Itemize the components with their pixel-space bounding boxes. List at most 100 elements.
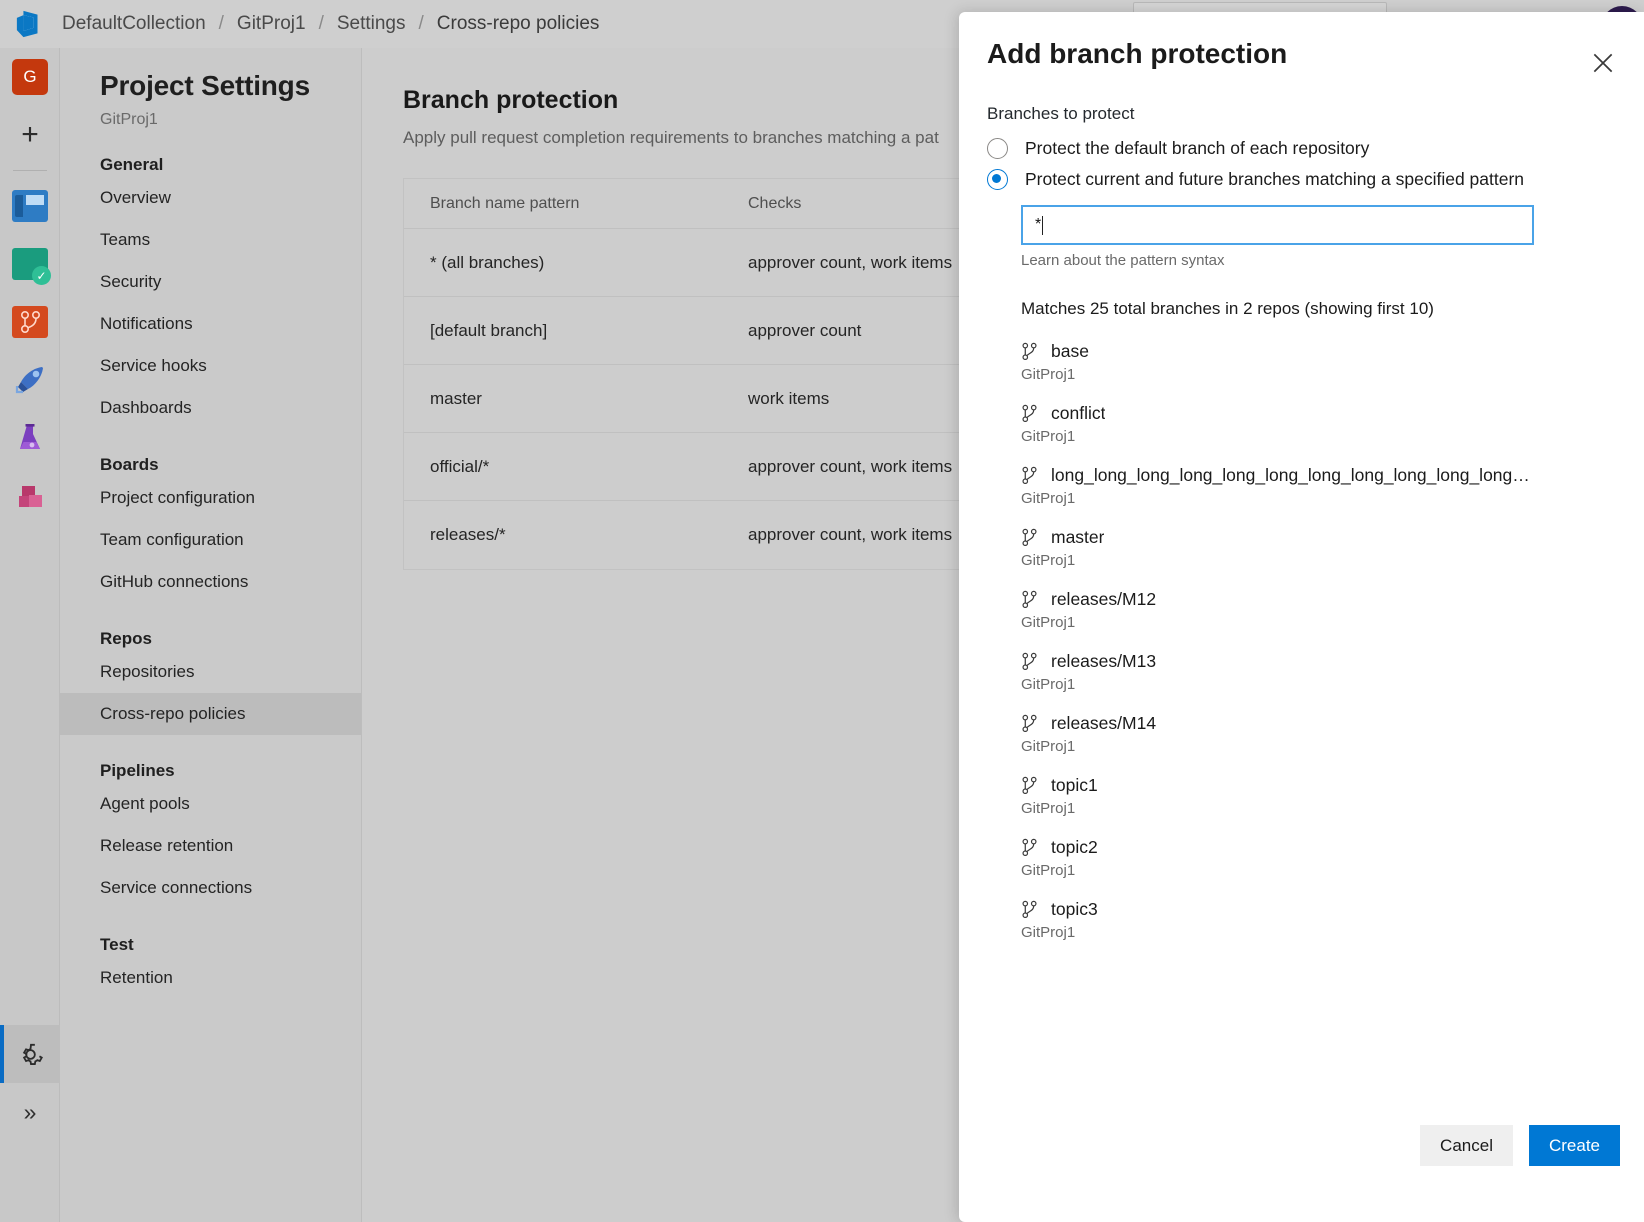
- sidebar-item-artifacts[interactable]: [0, 467, 60, 525]
- git-branch-icon: [1021, 776, 1038, 795]
- radio-icon-selected: [987, 169, 1008, 190]
- branch-name-row: conflict: [1021, 403, 1534, 424]
- cancel-button[interactable]: Cancel: [1420, 1125, 1513, 1166]
- sidebar-item-overview[interactable]: [0, 177, 60, 235]
- list-item[interactable]: releases/M14 GitProj1: [1021, 713, 1620, 755]
- list-item[interactable]: topic3 GitProj1: [1021, 899, 1620, 941]
- branch-name-row: topic3: [1021, 899, 1534, 920]
- radio-option-pattern[interactable]: Protect current and future branches matc…: [987, 169, 1620, 190]
- radio-label-default-branch: Protect the default branch of each repos…: [1025, 138, 1369, 159]
- branch-pattern-input[interactable]: *: [1021, 205, 1534, 245]
- branch-repo: GitProj1: [1021, 924, 1620, 941]
- sidebar-item-teams[interactable]: Teams: [60, 219, 361, 261]
- close-icon: [1590, 50, 1616, 76]
- add-branch-protection-dialog: Add branch protection Branches to protec…: [959, 12, 1644, 1222]
- sidebar-item-github-connections[interactable]: GitHub connections: [60, 561, 361, 603]
- sidebar-item-boards[interactable]: ✓: [0, 235, 60, 293]
- git-branch-icon: [1021, 466, 1038, 485]
- check-badge-icon: ✓: [32, 266, 51, 285]
- sidebar-item-pipelines[interactable]: [0, 351, 60, 409]
- pattern-syntax-link[interactable]: Learn about the pattern syntax: [1021, 252, 1620, 269]
- branch-repo: GitProj1: [1021, 862, 1620, 879]
- sidebar-item-project-settings[interactable]: [0, 1025, 60, 1083]
- sidebar-item-team-configuration[interactable]: Team configuration: [60, 519, 361, 561]
- list-item[interactable]: releases/M13 GitProj1: [1021, 651, 1620, 693]
- branch-name-row: releases/M14: [1021, 713, 1534, 734]
- sidebar-item-service-connections[interactable]: Service connections: [60, 867, 361, 909]
- org-avatar[interactable]: G: [0, 48, 60, 106]
- matches-summary: Matches 25 total branches in 2 repos (sh…: [1021, 299, 1620, 319]
- sidebar-item-project-configuration[interactable]: Project configuration: [60, 477, 361, 519]
- rocket-icon: [12, 364, 48, 396]
- sidebar-item-agent-pools[interactable]: Agent pools: [60, 783, 361, 825]
- branch-name: master: [1051, 527, 1104, 548]
- branch-repo: GitProj1: [1021, 676, 1620, 693]
- nav-group-pipelines: Pipelines: [60, 735, 361, 783]
- breadcrumb-separator: /: [208, 13, 235, 35]
- branch-name-row: releases/M13: [1021, 651, 1534, 672]
- boards-icon: ✓: [12, 248, 48, 280]
- sidebar-item-repos[interactable]: [0, 293, 60, 351]
- sidebar-item-retention[interactable]: Retention: [60, 957, 361, 999]
- close-button[interactable]: [1586, 46, 1620, 80]
- dialog-title: Add branch protection: [987, 38, 1287, 70]
- azure-devops-logo[interactable]: [0, 0, 60, 48]
- radio-option-default-branch[interactable]: Protect the default branch of each repos…: [987, 138, 1620, 159]
- cell-pattern: master: [404, 389, 748, 409]
- cell-pattern: releases/*: [404, 525, 748, 545]
- create-button[interactable]: Create: [1529, 1125, 1620, 1166]
- org-avatar-initial: G: [12, 59, 48, 95]
- overview-icon: [12, 190, 48, 222]
- branch-name-row: topic1: [1021, 775, 1534, 796]
- sidebar-item-dashboards[interactable]: Dashboards: [60, 387, 361, 429]
- git-branch-icon: [1021, 342, 1038, 361]
- list-item[interactable]: conflict GitProj1: [1021, 403, 1620, 445]
- breadcrumb-item-collection[interactable]: DefaultCollection: [60, 13, 208, 35]
- nav-group-boards: Boards: [60, 429, 361, 477]
- breadcrumb-separator: /: [308, 13, 335, 35]
- git-branch-icon: [1021, 900, 1038, 919]
- sidebar-item-notifications[interactable]: Notifications: [60, 303, 361, 345]
- new-item-button[interactable]: +: [0, 106, 60, 164]
- sidebar-item-release-retention[interactable]: Release retention: [60, 825, 361, 867]
- dialog-body: Branches to protect Protect the default …: [987, 104, 1620, 961]
- cell-pattern: * (all branches): [404, 253, 748, 273]
- breadcrumb-item-project[interactable]: GitProj1: [235, 13, 308, 35]
- git-branch-icon: [1021, 838, 1038, 857]
- sidebar-item-service-hooks[interactable]: Service hooks: [60, 345, 361, 387]
- branch-name: topic2: [1051, 837, 1098, 858]
- branch-repo: GitProj1: [1021, 366, 1620, 383]
- list-item[interactable]: topic1 GitProj1: [1021, 775, 1620, 817]
- sidebar-item-test-plans[interactable]: [0, 409, 60, 467]
- column-header-branch-name-pattern: Branch name pattern: [404, 195, 748, 213]
- breadcrumb-item-settings[interactable]: Settings: [335, 13, 408, 35]
- branch-repo: GitProj1: [1021, 552, 1620, 569]
- double-chevron-right-icon: »: [24, 1099, 37, 1126]
- branch-name-row: base: [1021, 341, 1534, 362]
- sidebar-item-repositories[interactable]: Repositories: [60, 651, 361, 693]
- git-branch-icon: [1021, 404, 1038, 423]
- sidebar-item-security[interactable]: Security: [60, 261, 361, 303]
- sidebar-item-cross-repo-policies[interactable]: Cross-repo policies: [60, 693, 361, 735]
- text-caret: [1042, 216, 1043, 235]
- radio-label-pattern: Protect current and future branches matc…: [1025, 169, 1524, 190]
- branch-name: long_long_long_long_long_long_long_long_…: [1051, 465, 1534, 486]
- list-item[interactable]: master GitProj1: [1021, 527, 1620, 569]
- branch-repo: GitProj1: [1021, 614, 1620, 631]
- list-item[interactable]: releases/M12 GitProj1: [1021, 589, 1620, 631]
- branch-name: conflict: [1051, 403, 1105, 424]
- list-item[interactable]: long_long_long_long_long_long_long_long_…: [1021, 465, 1620, 507]
- breadcrumb-item-current[interactable]: Cross-repo policies: [435, 13, 602, 35]
- expand-rail-button[interactable]: »: [0, 1083, 60, 1141]
- list-item[interactable]: topic2 GitProj1: [1021, 837, 1620, 879]
- git-branch-icon: [1021, 590, 1038, 609]
- branch-name-row: topic2: [1021, 837, 1534, 858]
- branch-name: topic3: [1051, 899, 1098, 920]
- matching-branch-list: base GitProj1: [1021, 341, 1620, 941]
- git-branch-icon: [1021, 652, 1038, 671]
- git-branch-icon: [1021, 714, 1038, 733]
- branch-repo: GitProj1: [1021, 428, 1620, 445]
- sidebar-item-overview[interactable]: Overview: [60, 177, 361, 219]
- list-item[interactable]: base GitProj1: [1021, 341, 1620, 383]
- artifacts-icon: [12, 480, 48, 512]
